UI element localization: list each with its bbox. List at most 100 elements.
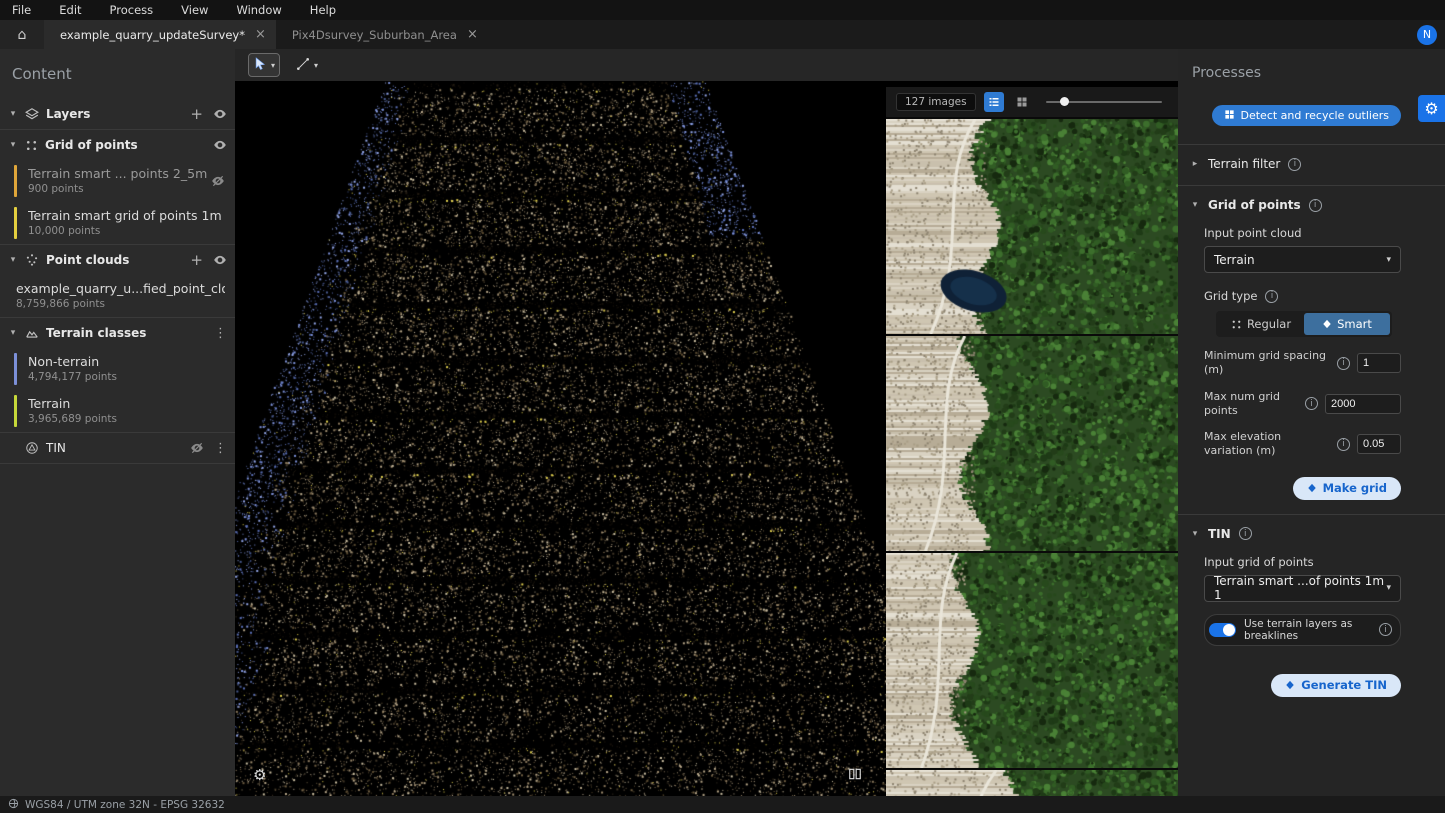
chevron-down-icon[interactable]: ▾	[8, 255, 18, 265]
info-icon[interactable]: i	[1309, 199, 1322, 212]
close-icon[interactable]: ×	[467, 28, 478, 41]
list-item-non-terrain[interactable]: Non-terrain 4,794,177 points	[0, 348, 235, 390]
slider-knob[interactable]	[1060, 97, 1069, 106]
select-tool-button[interactable]: ▾	[249, 54, 279, 76]
list-item-point-cloud[interactable]: example_quarry_u...fied_point_cloud 8,75…	[0, 275, 235, 317]
item-count: 900 points	[28, 183, 211, 195]
max-elevation-variation-label: Max elevation variation (m)	[1204, 430, 1330, 459]
sidebar-item-point-clouds[interactable]: ▾ Point clouds +	[0, 245, 235, 275]
list-item-grid-2-5m[interactable]: Terrain smart ... points 2_5m 1 900 poin…	[0, 160, 235, 202]
menubar: File Edit Process View Window Help	[0, 0, 1445, 20]
generate-tin-button[interactable]: Generate TIN	[1271, 674, 1401, 697]
grid-type-regular-button[interactable]: Regular	[1218, 313, 1304, 335]
aerial-image[interactable]	[886, 770, 1178, 796]
terrain-filter-header[interactable]: ▸ Terrain filter i	[1190, 157, 1401, 171]
input-grid-of-points-label: Input grid of points	[1204, 555, 1401, 569]
terrain-classes-icon	[25, 326, 39, 340]
list-view-button[interactable]	[984, 92, 1004, 112]
chevron-down-icon: ▾	[1386, 255, 1391, 265]
measure-line-icon	[295, 56, 311, 75]
info-icon[interactable]: i	[1305, 397, 1318, 410]
split-view-icon[interactable]	[848, 767, 862, 784]
item-count: 4,794,177 points	[28, 371, 117, 383]
aerial-image[interactable]	[886, 553, 1178, 768]
terrain-classes-section: ▾ Terrain classes ⋮ Non-terrain 4,794,17…	[0, 317, 235, 432]
aerial-image[interactable]	[886, 336, 1178, 551]
add-point-cloud-button[interactable]: +	[190, 253, 203, 268]
chevron-down-icon[interactable]: ▾	[8, 328, 18, 338]
point-clouds-section: ▾ Point clouds + example_quarry_u...fie	[0, 244, 235, 317]
eye-icon[interactable]	[213, 138, 227, 152]
item-name: Terrain smart grid of points 1m 1	[28, 208, 225, 223]
eye-off-icon[interactable]	[190, 441, 204, 455]
max-elevation-variation-input[interactable]	[1357, 434, 1401, 454]
chevron-down-icon[interactable]: ▾	[1190, 200, 1200, 210]
eye-off-icon[interactable]	[211, 174, 225, 188]
make-grid-button[interactable]: Make grid	[1293, 477, 1401, 500]
info-icon[interactable]: i	[1337, 357, 1350, 370]
menu-edit[interactable]: Edit	[59, 3, 81, 17]
home-button[interactable]: ⌂	[0, 20, 44, 49]
tin-section: TIN ⋮	[0, 432, 235, 464]
info-icon[interactable]: i	[1265, 290, 1278, 303]
thumbnail-size-slider[interactable]	[1046, 101, 1162, 103]
grid-of-points-icon	[25, 139, 38, 152]
menu-process[interactable]: Process	[110, 3, 154, 17]
chevron-right-icon[interactable]: ▸	[1190, 159, 1200, 169]
chevron-down-icon[interactable]: ▾	[1190, 529, 1200, 539]
sidebar-item-terrain-classes[interactable]: ▾ Terrain classes ⋮	[0, 318, 235, 348]
menu-file[interactable]: File	[12, 3, 31, 17]
menu-help[interactable]: Help	[310, 3, 336, 17]
tin-header[interactable]: ▾ TIN i	[1190, 527, 1401, 541]
sidebar-item-grid-of-points[interactable]: ▾ Grid of points	[0, 130, 235, 160]
add-layer-button[interactable]: +	[190, 107, 203, 122]
tab-example-quarry[interactable]: example_quarry_updateSurvey* ×	[44, 20, 276, 49]
breaklines-toggle-row: Use terrain layers as breaklines i	[1204, 614, 1401, 646]
viewport-settings-gear-icon[interactable]: ⚙	[253, 766, 266, 784]
chevron-down-icon[interactable]: ▾	[8, 140, 18, 150]
kebab-menu-icon[interactable]: ⋮	[214, 327, 227, 340]
user-avatar[interactable]: N	[1417, 25, 1437, 45]
tab-label: example_quarry_updateSurvey*	[60, 28, 245, 42]
chevron-down-icon[interactable]: ▾	[271, 61, 275, 70]
measure-tool-button[interactable]: ▾	[291, 54, 322, 77]
eye-icon[interactable]	[213, 107, 227, 121]
settings-flyout-button[interactable]: ⚙	[1418, 95, 1445, 122]
menu-window[interactable]: Window	[236, 3, 281, 17]
sidebar-item-layers[interactable]: ▾ Layers +	[0, 99, 235, 129]
list-item-terrain[interactable]: Terrain 3,965,689 points	[0, 390, 235, 432]
grid-type-smart-button[interactable]: Smart	[1304, 313, 1390, 335]
min-grid-spacing-input[interactable]	[1357, 353, 1401, 373]
tab-suburban-area[interactable]: Pix4Dsurvey_Suburban_Area ×	[276, 20, 488, 49]
kebab-menu-icon[interactable]: ⋮	[214, 442, 227, 455]
layers-section: ▾ Layers +	[0, 99, 235, 129]
min-grid-spacing-label: Minimum grid spacing (m)	[1204, 349, 1330, 378]
list-item-grid-1m[interactable]: Terrain smart grid of points 1m 1 10,000…	[0, 202, 235, 244]
input-point-cloud-select[interactable]: Terrain ▾	[1204, 246, 1401, 273]
info-icon[interactable]: i	[1239, 527, 1252, 540]
breaklines-toggle[interactable]	[1209, 623, 1236, 637]
sidebar-item-tin[interactable]: TIN ⋮	[0, 433, 235, 463]
processes-title: Processes	[1178, 49, 1445, 81]
tin-block: ▾ TIN i Input grid of points Terrain sma…	[1178, 514, 1445, 796]
grid-of-points-header[interactable]: ▾ Grid of points i	[1190, 198, 1401, 212]
info-icon[interactable]: i	[1379, 623, 1392, 636]
menu-view[interactable]: View	[181, 3, 208, 17]
chevron-down-icon[interactable]: ▾	[8, 109, 18, 119]
close-icon[interactable]: ×	[255, 28, 266, 41]
grid-view-button[interactable]	[1012, 92, 1032, 112]
input-grid-of-points-select[interactable]: Terrain smart ...of points 1m 1 ▾	[1204, 575, 1401, 602]
chevron-down-icon[interactable]: ▾	[314, 61, 318, 70]
image-count-badge: 127 images	[896, 93, 976, 111]
viewport-3d: ▾ ▾ ⚙ 127 images	[235, 49, 1178, 796]
max-num-grid-points-input[interactable]	[1325, 394, 1401, 414]
info-icon[interactable]: i	[1337, 438, 1350, 451]
aerial-image[interactable]	[886, 119, 1178, 334]
eye-icon[interactable]	[213, 253, 227, 267]
color-bar	[14, 207, 17, 239]
sidebar-title: Content	[0, 49, 235, 99]
info-icon[interactable]: i	[1288, 158, 1301, 171]
point-cloud-canvas-area[interactable]: ⚙ 127 images	[235, 81, 1178, 796]
item-count: 3,965,689 points	[28, 413, 117, 425]
detect-outliers-button[interactable]: Detect and recycle outliers	[1212, 105, 1402, 126]
